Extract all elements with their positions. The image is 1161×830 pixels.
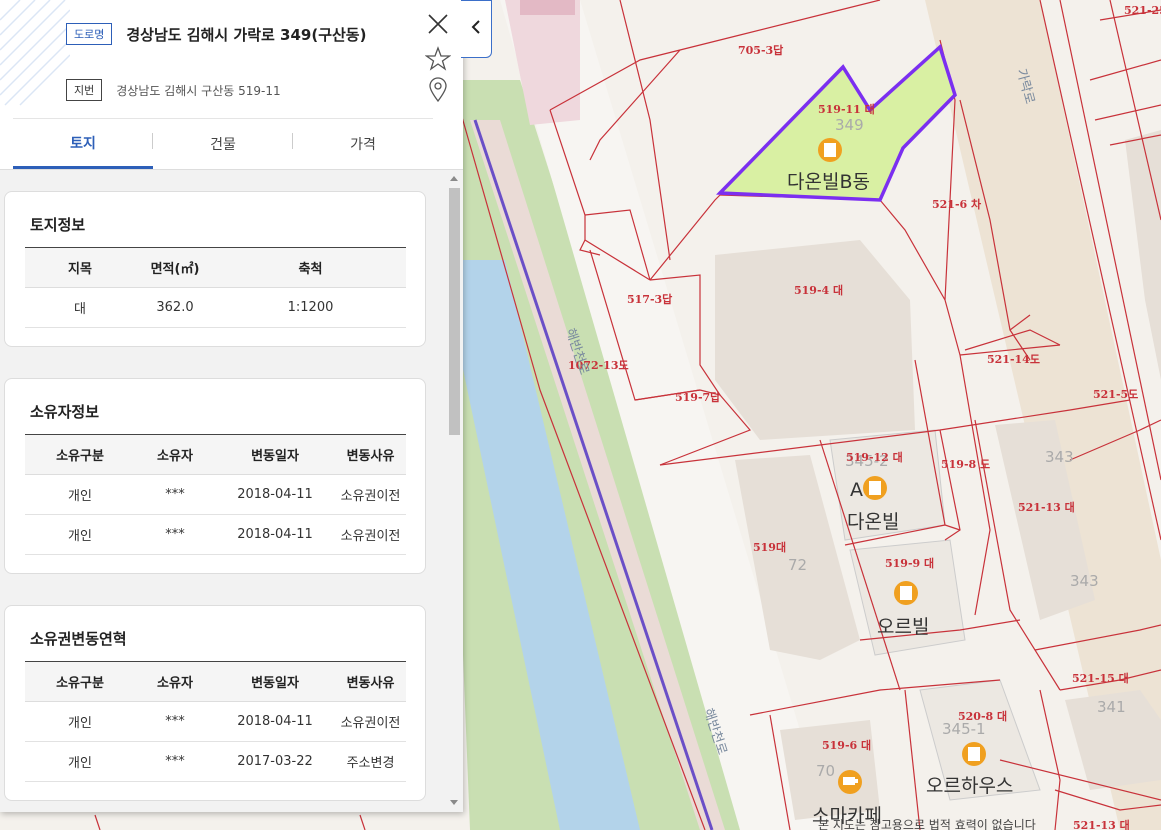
building-number: 70 <box>816 762 835 780</box>
parcel-label: 521-6 차 <box>932 197 982 211</box>
table-cell: 대 <box>25 287 135 328</box>
land-info-card: 토지정보 지목 면적(㎡) 축척 대 362.0 1:1200 <box>4 191 426 347</box>
parcel-label: 521-5도 <box>1093 388 1138 401</box>
scroll-down-icon[interactable] <box>450 800 458 805</box>
table-cell: 소유권이전 <box>335 701 406 742</box>
table-cell: 개인 <box>25 474 135 515</box>
parcel-label: 519-7답 <box>675 390 720 404</box>
close-icon[interactable] <box>427 13 449 39</box>
parcel-label: 519-6 대 <box>822 738 871 752</box>
road-address-row: 도로명 경상남도 김해시 가락로 349(구산동) <box>66 23 366 45</box>
parcel-label: 521-13 대 <box>1073 818 1130 830</box>
table-cell: 개인 <box>25 701 135 742</box>
lot-number: 343 <box>1045 448 1074 466</box>
table-header: 변동사유 <box>335 661 406 702</box>
card-title: 토지정보 <box>30 216 86 234</box>
info-tabs: 토지 건물 가격 <box>13 118 433 169</box>
panel-collapse-button[interactable] <box>461 0 492 58</box>
table-cell: *** <box>135 701 215 742</box>
lot-number: 343 <box>1070 572 1099 590</box>
table-cell: 소유권이전 <box>335 474 406 515</box>
parcel-label: 519-4 대 <box>794 283 843 297</box>
map-footer-notice: 본 지도는 참고용으로 법적 효력이 없습니다 <box>818 818 1036 830</box>
building-number: 349 <box>835 116 864 134</box>
building-name: 오르빌 <box>877 616 929 638</box>
table-cell: *** <box>135 474 215 515</box>
table-header: 지목 <box>25 247 135 288</box>
table-header: 소유자 <box>135 434 215 475</box>
table-cell: 소유권이전 <box>335 514 406 555</box>
vertical-scrollbar[interactable] <box>446 170 463 812</box>
tab-land[interactable]: 토지 <box>13 119 153 169</box>
scroll-up-icon[interactable] <box>450 176 458 181</box>
building-name: 오르하우스 <box>926 775 1013 797</box>
table-cell: 2018-04-11 <box>215 514 335 555</box>
road-address: 경상남도 김해시 가락로 349(구산동) <box>126 25 367 44</box>
parcel-label: 519-8 도 <box>941 458 990 471</box>
tab-building[interactable]: 건물 <box>153 119 293 169</box>
lot-number: 341 <box>1097 698 1126 716</box>
table-header: 소유구분 <box>25 434 135 475</box>
table-cell: *** <box>135 514 215 555</box>
parcel-label: 521-25 <box>1124 4 1161 17</box>
parcel-label: 521-14도 <box>987 353 1040 366</box>
building-name: 다온빌B동 <box>787 171 870 193</box>
table-header: 면적(㎡) <box>135 247 215 288</box>
table-cell: *** <box>135 741 215 782</box>
parcel-label: 519-9 대 <box>885 556 934 570</box>
table-row: 개인 *** 2018-04-11 소유권이전 <box>25 514 406 555</box>
parcel-label: 520-8 대 <box>958 709 1007 723</box>
parcel-label: 519대 <box>753 540 786 554</box>
building-name: 다온빌 <box>847 511 899 533</box>
lot-address: 경상남도 김해시 구산동 519-11 <box>116 83 281 98</box>
table-row: 개인 *** 2018-04-11 소유권이전 <box>25 474 406 515</box>
table-cell: 2017-03-22 <box>215 741 335 782</box>
land-info-table: 지목 면적(㎡) 축척 대 362.0 1:1200 <box>25 247 406 328</box>
building-name-prefix: A <box>850 479 863 501</box>
table-cell: 주소변경 <box>335 741 406 782</box>
parcel-label: 521-15 대 <box>1072 671 1129 685</box>
table-cell: 개인 <box>25 741 135 782</box>
parcel-label: 517-3답 <box>627 292 672 306</box>
table-row: 개인 *** 2017-03-22 주소변경 <box>25 741 406 782</box>
star-icon[interactable] <box>424 46 452 75</box>
owner-info-table: 소유구분 소유자 변동일자 변동사유 개인 *** 2018-04-11 소유권… <box>25 434 406 555</box>
parcel-label: 521-13 대 <box>1018 500 1075 514</box>
panel-content: 토지정보 지목 면적(㎡) 축척 대 362.0 1:1200 소유자정보 소유… <box>0 169 463 812</box>
table-row: 개인 *** 2018-04-11 소유권이전 <box>25 701 406 742</box>
card-title: 소유권변동연혁 <box>30 630 127 648</box>
table-cell: 2018-04-11 <box>215 474 335 515</box>
lot-address-row: 지번 경상남도 김해시 구산동 519-11 <box>66 79 281 101</box>
scroll-thumb[interactable] <box>449 188 460 435</box>
table-header: 소유구분 <box>25 661 135 702</box>
owner-info-card: 소유자정보 소유구분 소유자 변동일자 변동사유 개인 *** 2018-04-… <box>4 378 426 574</box>
parcel-label: 705-3답 <box>738 43 783 57</box>
table-header: 변동일자 <box>215 661 335 702</box>
table-cell: 362.0 <box>135 287 215 328</box>
chevron-left-icon <box>470 19 482 39</box>
map-pin-icon[interactable] <box>428 77 448 107</box>
tab-divider <box>152 133 153 149</box>
road-address-tag: 도로명 <box>66 23 113 45</box>
parcel-label: 519-11 대 <box>818 102 875 116</box>
table-cell: 개인 <box>25 514 135 555</box>
card-title: 소유자정보 <box>30 403 100 421</box>
table-cell: 2018-04-11 <box>215 701 335 742</box>
table-header: 변동일자 <box>215 434 335 475</box>
table-header: 축척 <box>215 247 406 288</box>
lot-number: 72 <box>788 556 807 574</box>
parcel-label: 519-12 대 <box>846 450 903 464</box>
table-cell: 1:1200 <box>215 287 406 328</box>
parcel-info-panel: 도로명 경상남도 김해시 가락로 349(구산동) 지번 경상남도 김해시 구산… <box>0 0 463 812</box>
tab-divider <box>292 133 293 149</box>
ownership-history-table: 소유구분 소유자 변동일자 변동사유 개인 *** 2018-04-11 소유권… <box>25 661 406 782</box>
table-header: 소유자 <box>135 661 215 702</box>
decorative-stripes <box>0 0 70 110</box>
lot-address-tag: 지번 <box>66 79 103 101</box>
table-row: 대 362.0 1:1200 <box>25 287 406 328</box>
ownership-history-card: 소유권변동연혁 소유구분 소유자 변동일자 변동사유 개인 *** 2018-0… <box>4 605 426 801</box>
tab-price[interactable]: 가격 <box>293 119 433 169</box>
table-header: 변동사유 <box>335 434 406 475</box>
